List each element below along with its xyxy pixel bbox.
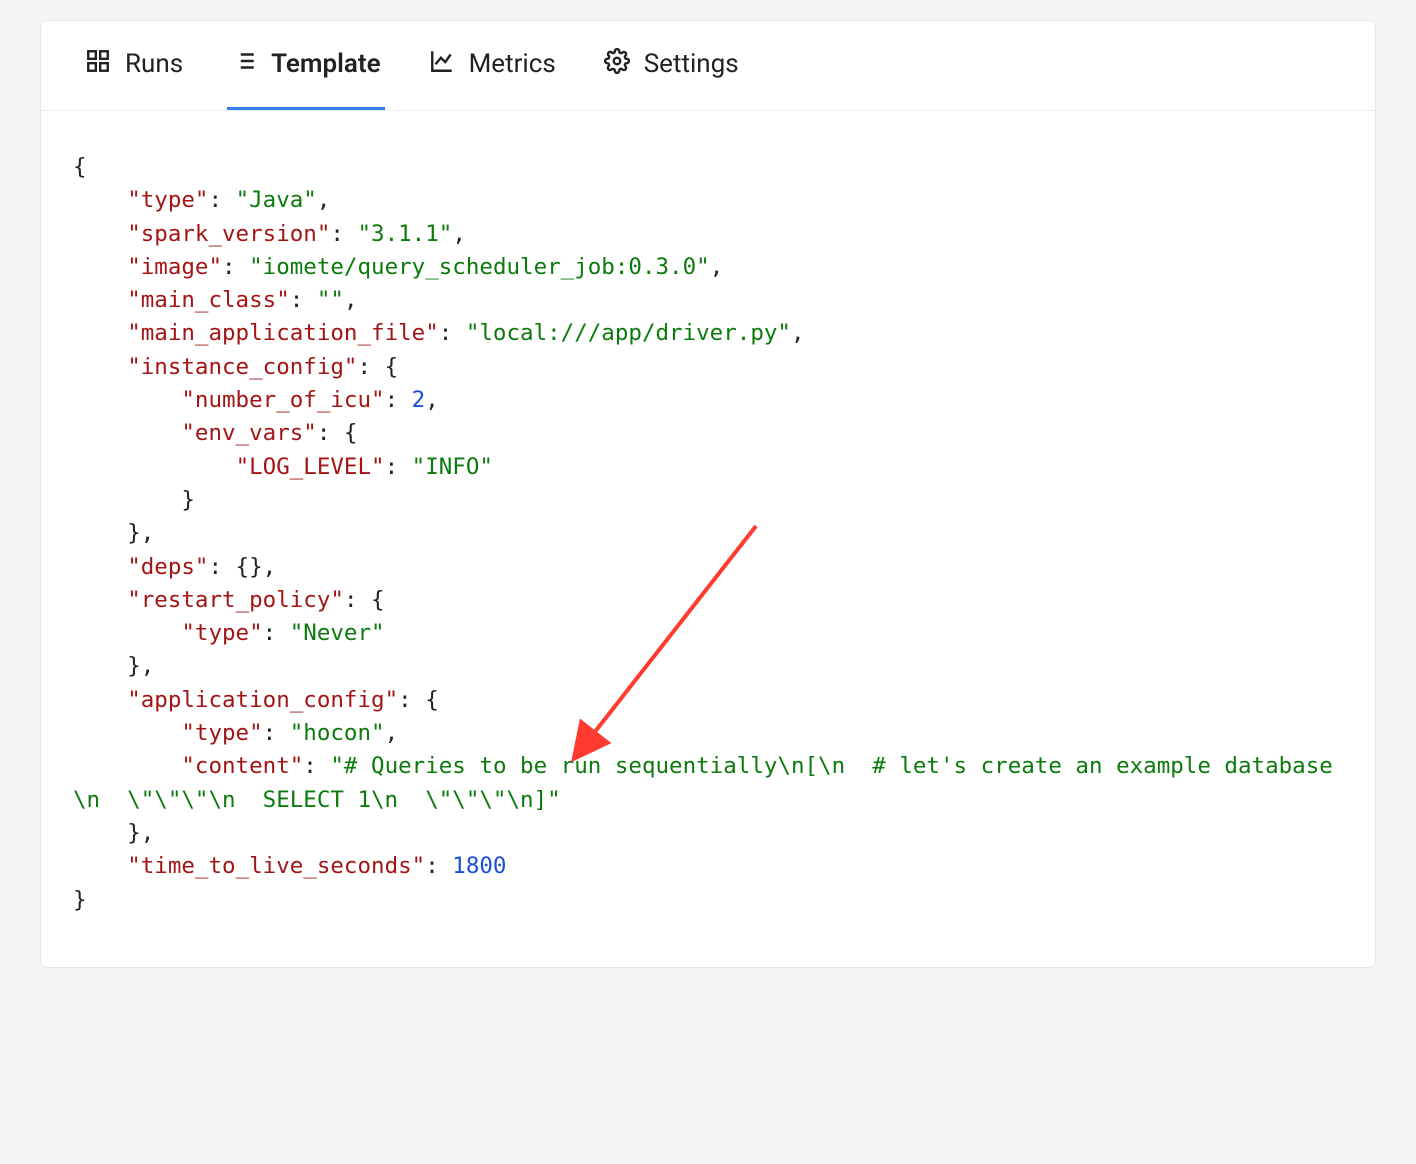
tab-label: Runs	[125, 49, 183, 79]
tab-metrics[interactable]: Metrics	[425, 21, 560, 110]
chart-icon	[429, 48, 455, 81]
config-card: Runs Template Metrics Settings { "type":…	[40, 20, 1376, 968]
tab-label: Metrics	[469, 49, 556, 79]
tab-label: Template	[271, 49, 380, 79]
json-code-block[interactable]: { "type": "Java", "spark_version": "3.1.…	[73, 151, 1343, 917]
list-icon	[231, 48, 257, 81]
gear-icon	[604, 48, 630, 81]
tab-template[interactable]: Template	[227, 21, 384, 110]
grid-icon	[85, 48, 111, 81]
tab-runs[interactable]: Runs	[81, 21, 187, 110]
tab-bar: Runs Template Metrics Settings	[41, 21, 1375, 111]
tab-label: Settings	[644, 49, 739, 79]
tab-settings[interactable]: Settings	[600, 21, 743, 110]
code-area: { "type": "Java", "spark_version": "3.1.…	[41, 111, 1375, 967]
